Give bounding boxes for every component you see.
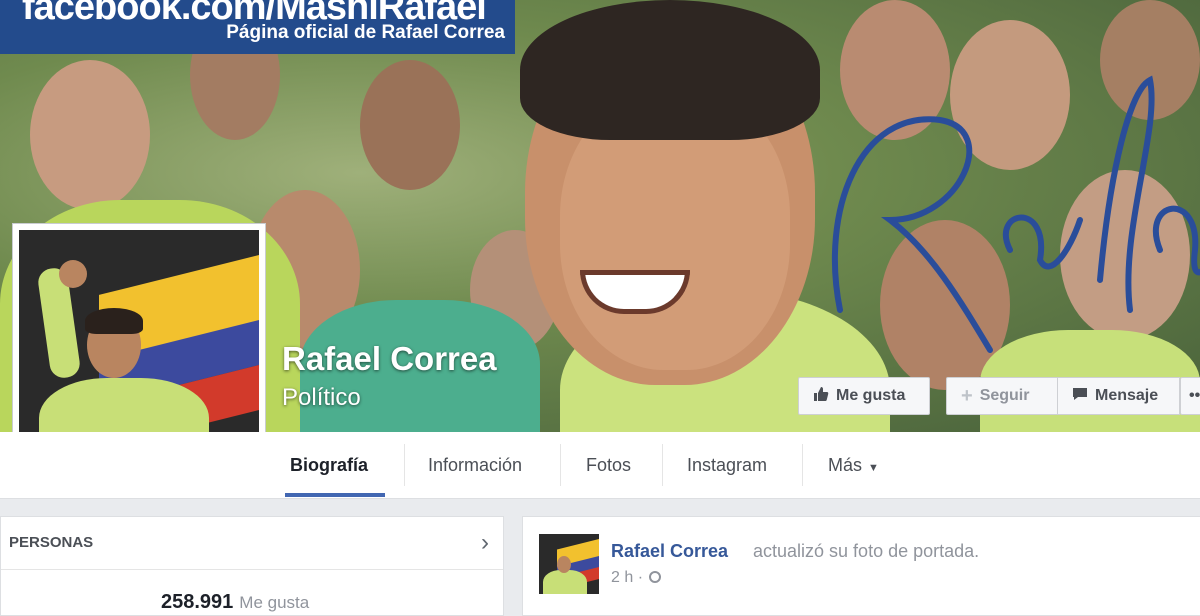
- avatar-subject-body: [543, 570, 587, 594]
- follow-label: Seguir: [979, 387, 1030, 404]
- post-author-avatar[interactable]: [539, 534, 599, 594]
- meta-separator: ·: [637, 569, 644, 586]
- active-tab-indicator: [285, 493, 385, 497]
- message-label: Mensaje: [1095, 387, 1159, 404]
- page-actions: Me gusta + Seguir Mensaje •••: [798, 377, 1200, 415]
- likes-label: Me gusta: [239, 593, 310, 612]
- cover-banner: facebook.com/MashiRafael Página oficial …: [0, 0, 515, 54]
- plus-icon: +: [961, 384, 973, 407]
- globe-icon[interactable]: [649, 571, 662, 583]
- people-box-header[interactable]: PERSONAS ›: [1, 517, 503, 570]
- tab-mas-label: Más: [828, 455, 863, 475]
- post-action-text: actualizó su foto de portada.: [753, 541, 980, 561]
- thumbs-up-icon: [813, 386, 829, 407]
- timeline-post: Rafael Correa actualizó su foto de porta…: [522, 516, 1200, 616]
- page-category[interactable]: Político: [282, 384, 361, 412]
- profile-subject-fist: [59, 260, 87, 288]
- banner-subtitle: Página oficial de Rafael Correa: [226, 22, 505, 43]
- ellipsis-icon: •••: [1189, 387, 1200, 404]
- avatar-subject-head: [557, 556, 571, 573]
- tab-informacion[interactable]: Información: [428, 432, 522, 498]
- message-button[interactable]: Mensaje: [1057, 377, 1180, 415]
- tab-mas[interactable]: Más ▼: [828, 432, 879, 498]
- more-actions-button[interactable]: •••: [1180, 377, 1200, 415]
- tab-instagram[interactable]: Instagram: [687, 432, 767, 498]
- follow-button[interactable]: + Seguir: [946, 377, 1057, 415]
- tab-divider: [560, 444, 561, 486]
- people-box-title: PERSONAS: [9, 534, 94, 551]
- chevron-right-icon[interactable]: ›: [481, 517, 489, 569]
- message-icon: [1072, 386, 1088, 407]
- caret-down-icon: ▼: [868, 462, 879, 474]
- crowd-person: [30, 60, 150, 210]
- tab-biografia[interactable]: Biografía: [290, 432, 368, 498]
- post-meta: 2 h ·: [611, 569, 662, 587]
- tab-fotos[interactable]: Fotos: [586, 432, 631, 498]
- tab-divider: [662, 444, 663, 486]
- likes-count-row: 258.991 Me gusta: [161, 591, 309, 614]
- page-title[interactable]: Rafael Correa: [282, 340, 497, 378]
- tab-divider: [404, 444, 405, 486]
- post-author-link[interactable]: Rafael Correa: [611, 541, 728, 562]
- people-box: PERSONAS › 258.991 Me gusta: [0, 516, 504, 616]
- signature-graphic: [831, 75, 1200, 353]
- crowd-person: [360, 60, 460, 190]
- post-timestamp[interactable]: 2 h: [611, 569, 633, 586]
- like-button[interactable]: Me gusta: [798, 377, 930, 415]
- profile-subject-hair: [85, 308, 143, 334]
- page-tab-bar: Biografía Información Fotos Instagram Má…: [0, 432, 1200, 499]
- like-label: Me gusta: [836, 387, 906, 404]
- cover-subject-hair: [520, 0, 820, 140]
- likes-count: 258.991: [161, 591, 234, 613]
- tab-divider: [802, 444, 803, 486]
